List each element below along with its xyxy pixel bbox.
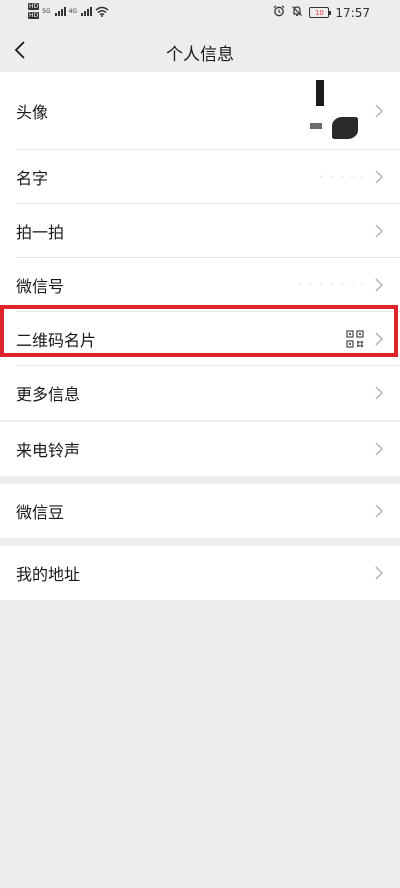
chevron-right-icon [374, 385, 384, 401]
qr-code-icon [346, 330, 364, 348]
wechat-id-value-obscured: · · · · · · · [298, 279, 366, 291]
chevron-right-icon [374, 223, 384, 239]
chevron-right-icon [374, 103, 384, 119]
chevron-right-icon [374, 169, 384, 185]
battery-icon: 10 [309, 7, 332, 18]
chevron-right-icon [374, 277, 384, 293]
signal-icon-2 [81, 6, 93, 16]
my-address-row[interactable]: 我的地址 [0, 546, 400, 600]
clock: 17:57 [335, 5, 370, 20]
qr-card-label: 二维码名片 [16, 331, 97, 350]
name-value-obscured: · · · · · [319, 171, 366, 183]
chevron-right-icon [374, 441, 384, 457]
chevron-right-icon [374, 503, 384, 519]
name-row[interactable]: 名字 · · · · · [0, 150, 400, 204]
ringtone-label: 来电铃声 [16, 441, 81, 460]
status-left: HD HD 5G 4G [28, 3, 109, 19]
avatar[interactable] [304, 77, 368, 143]
pat-label: 拍一拍 [16, 223, 65, 242]
wifi-icon [95, 6, 109, 17]
network-type-1: 5G [42, 7, 51, 15]
pat-row[interactable]: 拍一拍 [0, 204, 400, 258]
avatar-row[interactable]: 头像 [0, 72, 400, 150]
hd-badge-2: HD [28, 12, 40, 19]
chevron-right-icon [374, 565, 384, 581]
more-info-label: 更多信息 [16, 385, 81, 404]
alarm-icon [273, 5, 285, 20]
status-right: 10 17:57 [273, 5, 370, 20]
ringtone-row[interactable]: 来电铃声 [0, 422, 400, 476]
ringtone-group: 来电铃声 [0, 422, 400, 476]
my-address-label: 我的地址 [16, 565, 81, 584]
name-label: 名字 [16, 169, 49, 188]
status-bar: HD HD 5G 4G 10 17:57 [0, 0, 400, 28]
network-type-2: 4G [68, 7, 78, 15]
wechat-id-row[interactable]: 微信号 · · · · · · · [0, 258, 400, 312]
more-info-row[interactable]: 更多信息 [0, 366, 400, 420]
profile-group: 头像 名字 · · · · · 拍一拍 微信号 · · · · · · · 二维… [0, 72, 400, 420]
address-group: 我的地址 [0, 546, 400, 600]
qr-card-row[interactable]: 二维码名片 [0, 312, 400, 366]
wechat-id-label: 微信号 [16, 277, 65, 296]
hd-indicators: HD HD [28, 3, 40, 19]
mute-icon [291, 5, 303, 20]
chevron-right-icon [374, 331, 384, 347]
nav-bar: 个人信息 [0, 28, 400, 72]
page-title: 个人信息 [166, 45, 234, 65]
beans-group: 微信豆 [0, 484, 400, 538]
wechat-beans-row[interactable]: 微信豆 [0, 484, 400, 538]
hd-badge-1: HD [28, 3, 40, 10]
signal-icon-1 [54, 6, 66, 16]
avatar-label: 头像 [16, 103, 49, 122]
wechat-beans-label: 微信豆 [16, 503, 65, 522]
